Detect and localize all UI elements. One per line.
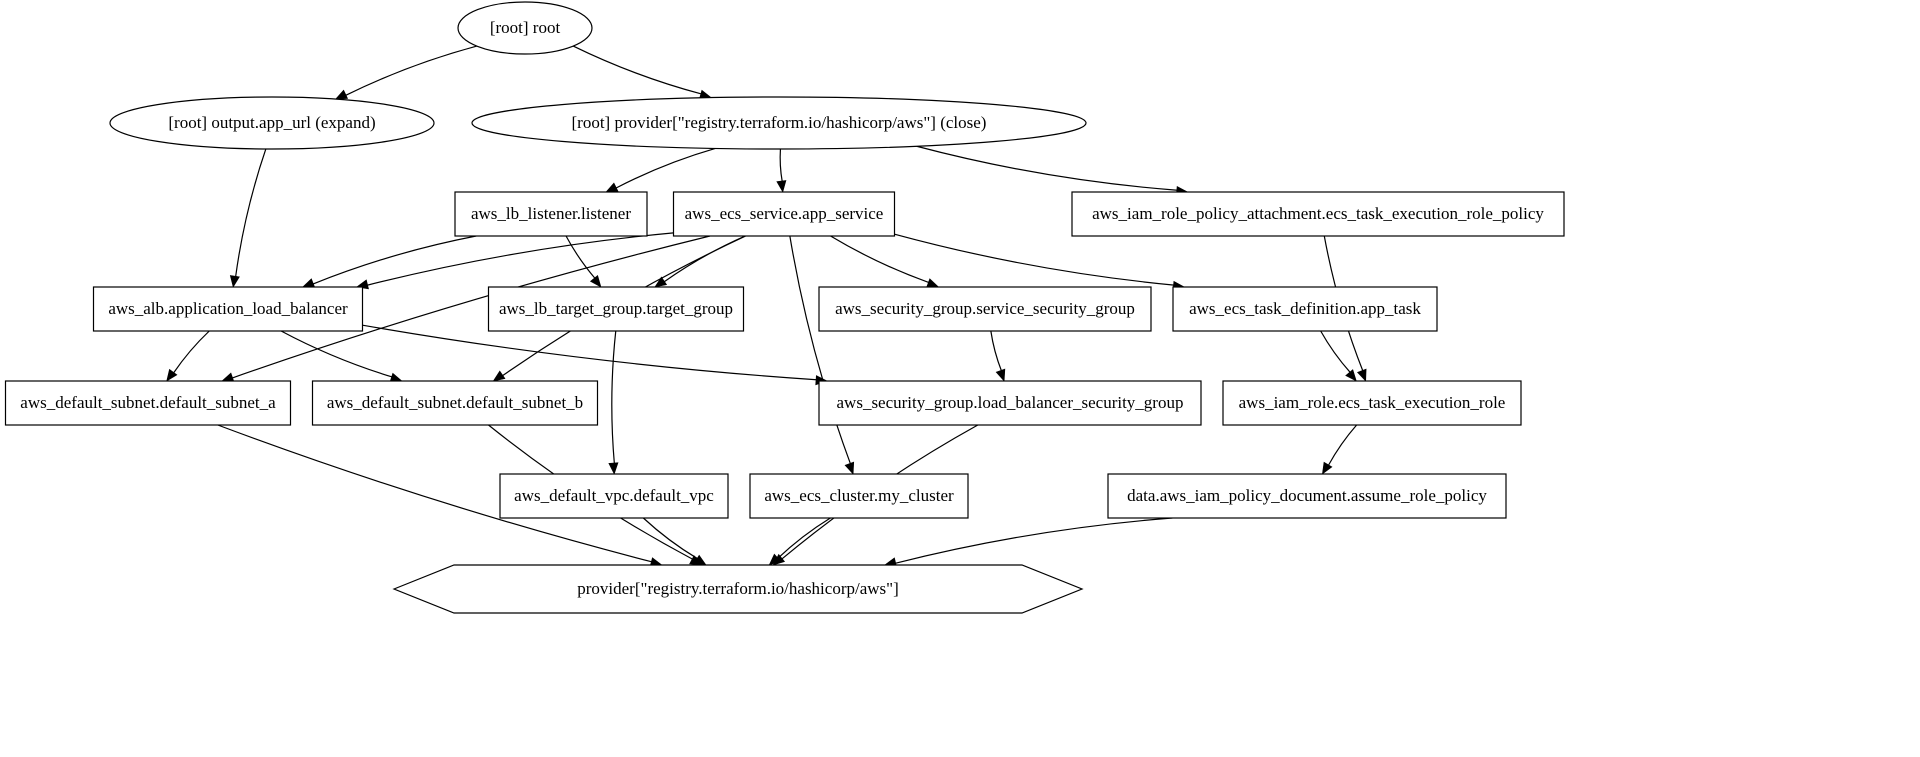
edge-arrowhead — [926, 278, 940, 288]
node-box[interactable] — [1107, 473, 1507, 519]
node-box[interactable] — [672, 191, 896, 237]
node-box[interactable] — [4, 380, 292, 426]
edge-line — [312, 235, 477, 285]
dependency-graph-svg: [root] root [root] output.app_url (expand… — [4, 1, 1565, 614]
graph-edge — [1321, 424, 1358, 475]
graph-node-iam_attach[interactable]: aws_iam_role_policy_attachment.ecs_task_… — [1071, 191, 1565, 237]
graph-edge — [789, 235, 855, 475]
graph-edge — [362, 324, 828, 386]
node-box[interactable] — [1172, 286, 1438, 332]
edge-arrowhead — [302, 278, 316, 288]
node-box[interactable] — [454, 191, 648, 237]
graph-node-iam_role[interactable]: aws_iam_role.ecs_task_execution_role — [1222, 380, 1522, 426]
graph-node-sg_service[interactable]: aws_security_group.service_security_grou… — [818, 286, 1152, 332]
graph-node-provider_close[interactable]: [root] provider["registry.terraform.io/h… — [471, 96, 1087, 150]
graph-node-subnet_a[interactable]: aws_default_subnet.default_subnet_a — [4, 380, 292, 426]
node-box[interactable] — [818, 380, 1202, 426]
graph-edge — [884, 517, 1173, 568]
graph-edge — [280, 330, 403, 383]
edge-line — [1327, 424, 1358, 466]
edge-line — [366, 232, 674, 286]
graph-node-default_vpc[interactable]: aws_default_vpc.default_vpc — [499, 473, 729, 519]
graph-node-assume_policy[interactable]: data.aws_iam_policy_document.assume_role… — [1107, 473, 1507, 519]
node-box[interactable] — [311, 380, 599, 426]
edge-arrowhead — [334, 89, 349, 100]
graph-node-subnet_b[interactable]: aws_default_subnet.default_subnet_b — [311, 380, 599, 426]
graph-node-alb[interactable]: aws_alb.application_load_balancer — [92, 286, 364, 332]
node-box[interactable] — [818, 286, 1152, 332]
graph-node-task_def[interactable]: aws_ecs_task_definition.app_task — [1172, 286, 1438, 332]
edge-line — [894, 233, 1175, 286]
edge-line — [362, 324, 817, 381]
edge-arrowhead — [229, 275, 240, 288]
graph-edge — [990, 330, 1006, 382]
edge-arrowhead — [995, 368, 1006, 382]
edge-line — [1320, 330, 1351, 373]
node-ellipse[interactable] — [109, 96, 435, 150]
edge-line — [779, 148, 783, 182]
edge-line — [777, 517, 831, 560]
edge-line — [572, 45, 702, 95]
graph-edge — [334, 45, 478, 100]
edge-line — [830, 235, 930, 284]
graph-edge — [605, 147, 716, 193]
edge-arrowhead — [693, 554, 707, 566]
edge-arrowhead — [1356, 368, 1367, 382]
graph-node-sg_lb[interactable]: aws_security_group.load_balancer_securit… — [818, 380, 1202, 426]
graph-edge — [776, 148, 787, 193]
graph-edge — [608, 330, 619, 475]
edge-line — [663, 235, 746, 283]
edge-line — [235, 148, 267, 277]
edge-line — [642, 517, 698, 560]
edge-line — [611, 330, 617, 464]
graph-node-lb_listener[interactable]: aws_lb_listener.listener — [454, 191, 648, 237]
graph-node-output[interactable]: [root] output.app_url (expand) — [109, 96, 435, 150]
graph-edge — [916, 145, 1189, 197]
edge-line — [173, 330, 210, 374]
node-box[interactable] — [749, 473, 969, 519]
edge-arrowhead — [605, 182, 619, 193]
node-box[interactable] — [499, 473, 729, 519]
edge-arrowhead — [589, 275, 602, 288]
graph-node-ecs_service[interactable]: aws_ecs_service.app_service — [672, 191, 896, 237]
node-box[interactable] — [92, 286, 364, 332]
node-ellipse[interactable] — [471, 96, 1087, 150]
edge-line — [615, 147, 716, 189]
graph-edge — [830, 235, 940, 288]
edge-arrowhead — [776, 180, 787, 193]
edge-arrowhead — [608, 462, 619, 475]
graph-edge — [229, 148, 267, 288]
edge-arrowhead — [1345, 369, 1357, 382]
edge-arrowhead — [492, 370, 506, 382]
graph-edge — [894, 233, 1186, 291]
graph-node-ecs_cluster[interactable]: aws_ecs_cluster.my_cluster — [749, 473, 969, 519]
node-box[interactable] — [1222, 380, 1522, 426]
node-box[interactable] — [487, 286, 745, 332]
edge-arrowhead — [844, 461, 855, 475]
edge-line — [789, 235, 852, 465]
graph-edge — [356, 232, 674, 290]
node-box[interactable] — [1071, 191, 1565, 237]
edge-line — [280, 330, 393, 378]
graph-node-target_group[interactable]: aws_lb_target_group.target_group — [487, 286, 745, 332]
edge-line — [990, 330, 1003, 372]
graph-node-root[interactable]: [root] root — [457, 1, 593, 55]
edge-arrowhead — [1321, 461, 1333, 475]
edge-line — [916, 145, 1178, 191]
edge-line — [345, 45, 478, 96]
node-hexagon[interactable] — [392, 564, 1084, 614]
graph-edge — [166, 330, 210, 382]
edge-line — [895, 517, 1173, 564]
nodes-layer: [root] root [root] output.app_url (expand… — [4, 1, 1565, 614]
graph-edge — [654, 235, 746, 288]
node-ellipse[interactable] — [457, 1, 593, 55]
graph-node-provider_node[interactable]: provider["registry.terraform.io/hashicor… — [392, 564, 1084, 614]
graph-edge — [572, 45, 712, 100]
terraform-graph-canvas: [root] root [root] output.app_url (expand… — [0, 0, 1920, 757]
